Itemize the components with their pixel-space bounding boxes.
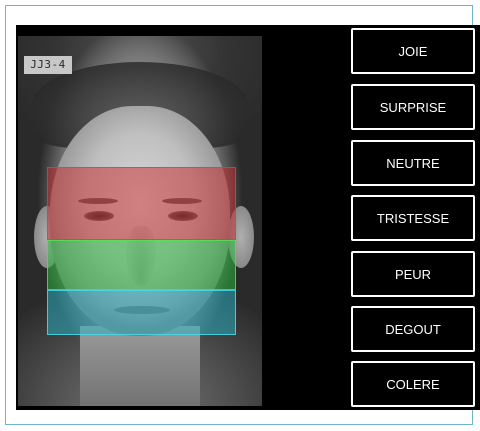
middle-face-region <box>47 240 236 290</box>
photo-neck <box>80 326 200 406</box>
lower-face-region <box>47 290 236 335</box>
emotion-button-tristesse[interactable]: TRISTESSE <box>351 195 475 241</box>
photo-id-tag: JJ3-4 <box>24 56 72 74</box>
upper-face-region <box>47 167 236 240</box>
emotion-button-degout[interactable]: DEGOUT <box>351 306 475 352</box>
emotion-button-neutre[interactable]: NEUTRE <box>351 140 475 186</box>
emotion-button-colere[interactable]: COLERE <box>351 361 475 407</box>
emotion-button-peur[interactable]: PEUR <box>351 251 475 297</box>
emotion-button-joie[interactable]: JOIE <box>351 28 475 74</box>
emotion-button-surprise[interactable]: SURPRISE <box>351 84 475 130</box>
